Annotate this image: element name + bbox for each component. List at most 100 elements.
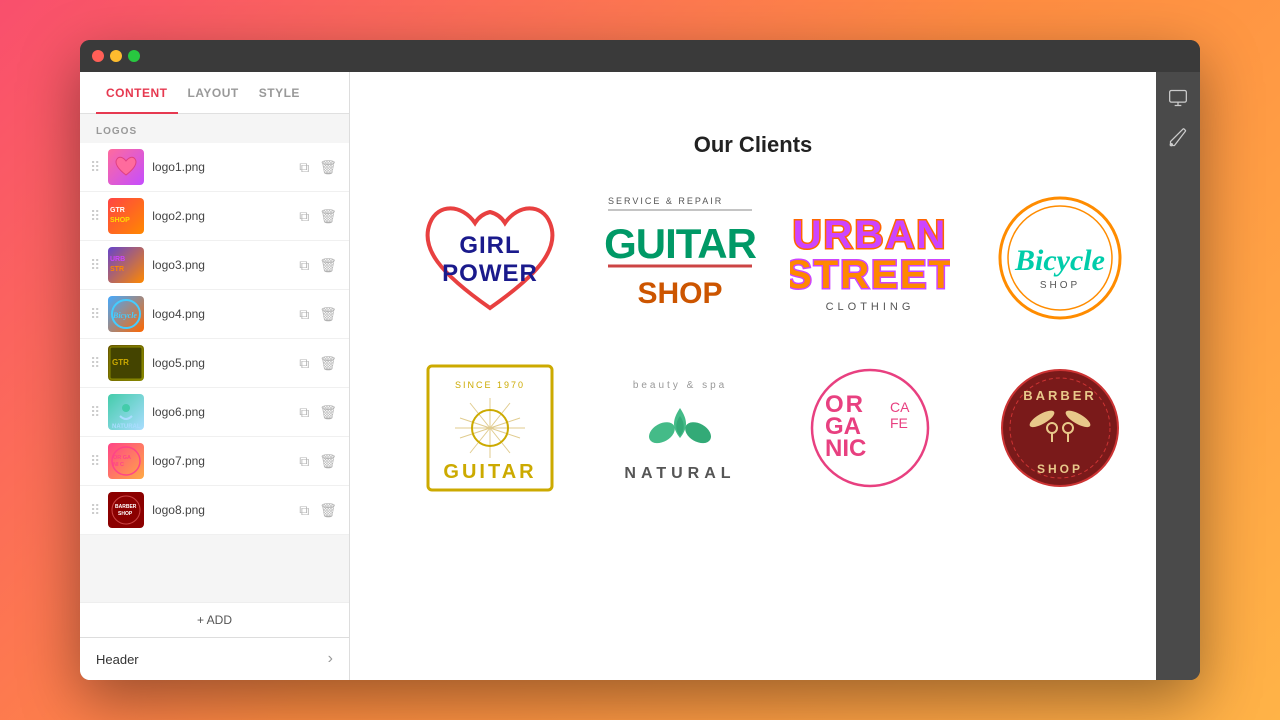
logo-actions: ⧉ 🗑 [297,353,339,374]
drag-handle-icon: ⠿ [90,208,100,225]
logo-cell-5: SINCE 1970 GUITAR [410,358,570,498]
drag-handle-icon: ⠿ [90,453,100,470]
copy-logo-button[interactable]: ⧉ [297,402,311,423]
drag-handle-icon: ⠿ [90,502,100,519]
copy-logo-button[interactable]: ⧉ [297,500,311,521]
delete-logo-button[interactable]: 🗑 [317,206,339,227]
delete-logo-button[interactable]: 🗑 [317,353,339,374]
svg-text:URB: URB [110,256,125,263]
svg-text:NATURAL: NATURAL [624,465,735,482]
logo-actions: ⧉ 🗑 [297,157,339,178]
logo-thumbnail: Bicycle [108,296,144,332]
delete-logo-button[interactable]: 🗑 [317,255,339,276]
svg-text:Bicycle: Bicycle [112,311,137,320]
logo-filename: logo3.png [152,258,289,272]
logo-filename: logo4.png [152,307,289,321]
logo-cell-2: SERVICE & REPAIR GUITAR SHOP [600,188,760,328]
svg-text:SHOP: SHOP [110,217,130,224]
close-button[interactable] [92,50,104,62]
drag-handle-icon: ⠿ [90,257,100,274]
bicycle-shop-logo: Bicycle SHOP [980,188,1140,328]
sidebar-tabs: CONTENT LAYOUT STYLE [80,72,349,114]
list-item[interactable]: ⠿ NATURAL logo6.png ⧉ 🗑 [80,388,349,437]
window-body: CONTENT LAYOUT STYLE LOGOS ⠿ logo1.png [80,72,1200,680]
monitor-button[interactable] [1160,80,1196,116]
sidebar-footer[interactable]: Header › [80,637,349,680]
tab-content[interactable]: CONTENT [96,72,178,114]
copy-logo-button[interactable]: ⧉ [297,353,311,374]
copy-logo-button[interactable]: ⧉ [297,304,311,325]
copy-logo-button[interactable]: ⧉ [297,451,311,472]
tab-layout[interactable]: LAYOUT [178,72,249,114]
svg-text:GTR: GTR [110,207,125,214]
urban-street-logo: URBAN STREET CLOTHING [790,188,950,328]
title-bar [80,40,1200,72]
svg-text:NI C: NI C [113,462,124,468]
svg-text:BARBER: BARBER [115,504,137,510]
logo-actions: ⧉ 🗑 [297,255,339,276]
logo-cell-1: GIRL POWER [410,188,570,328]
paint-button[interactable] [1160,120,1196,156]
svg-text:CA: CA [890,399,910,415]
logos-section-label: LOGOS [80,114,349,143]
svg-text:URBAN: URBAN [793,213,947,257]
list-item[interactable]: ⠿ Bicycle logo4.png ⧉ 🗑 [80,290,349,339]
delete-logo-button[interactable]: 🗑 [317,500,339,521]
organic-cafe-logo: OR CA FE GA NIC [800,358,940,498]
logos-grid: GIRL POWER SERVICE & REPAIR GUITAR SHOP [390,188,1116,498]
svg-text:GTR: GTR [112,358,129,367]
delete-logo-button[interactable]: 🗑 [317,157,339,178]
logo-cell-8: BARBER SHOP [980,358,1140,498]
girl-power-logo: GIRL POWER [410,188,570,328]
delete-logo-button[interactable]: 🗑 [317,402,339,423]
svg-text:SHOP: SHOP [637,277,722,310]
list-item[interactable]: ⠿ logo1.png ⧉ 🗑 [80,143,349,192]
logo-actions: ⧉ 🗑 [297,304,339,325]
logo-thumbnail: GTR [108,345,144,381]
delete-logo-button[interactable]: 🗑 [317,304,339,325]
svg-text:FE: FE [890,415,908,431]
logo-thumbnail: OR GA NI C [108,443,144,479]
natural-beauty-logo: beauty & spa NATURAL [600,358,760,498]
list-item[interactable]: ⠿ URB STR logo3.png ⧉ 🗑 [80,241,349,290]
logo-cell-7: OR CA FE GA NIC [790,358,950,498]
tab-style[interactable]: STYLE [249,72,310,114]
app-window: CONTENT LAYOUT STYLE LOGOS ⠿ logo1.png [80,40,1200,680]
list-item[interactable]: ⠿ OR GA NI C logo7.png ⧉ 🗑 [80,437,349,486]
svg-text:BARBER: BARBER [1023,388,1097,403]
footer-label: Header [96,652,139,667]
svg-text:SHOP: SHOP [1040,280,1080,291]
maximize-button[interactable] [128,50,140,62]
logo-thumbnail: BARBER SHOP [108,492,144,528]
svg-text:SERVICE & REPAIR: SERVICE & REPAIR [608,196,723,206]
svg-text:SHOP: SHOP [1037,462,1083,476]
add-logo-button[interactable]: + ADD [80,602,349,637]
minimize-button[interactable] [110,50,122,62]
delete-logo-button[interactable]: 🗑 [317,451,339,472]
svg-text:SHOP: SHOP [118,511,133,517]
list-item[interactable]: ⠿ GTR logo5.png ⧉ 🗑 [80,339,349,388]
sidebar: CONTENT LAYOUT STYLE LOGOS ⠿ logo1.png [80,72,350,680]
drag-handle-icon: ⠿ [90,306,100,323]
svg-text:CLOTHING: CLOTHING [826,301,915,313]
svg-text:NATURAL: NATURAL [112,424,141,430]
chevron-right-icon: › [328,650,333,668]
logo-thumbnail [108,149,144,185]
logo-cell-6: beauty & spa NATURAL [600,358,760,498]
logo-cell-3: URBAN STREET CLOTHING [790,188,950,328]
drag-handle-icon: ⠿ [90,355,100,372]
copy-logo-button[interactable]: ⧉ [297,255,311,276]
copy-logo-button[interactable]: ⧉ [297,206,311,227]
guitar-shop-logo: SERVICE & REPAIR GUITAR SHOP [600,188,760,328]
logo-actions: ⧉ 🗑 [297,500,339,521]
barber-shop-logo: BARBER SHOP [990,358,1130,498]
traffic-lights [92,50,140,62]
logo-thumbnail: NATURAL [108,394,144,430]
logo-actions: ⧉ 🗑 [297,206,339,227]
logo-filename: logo6.png [152,405,289,419]
logo-filename: logo7.png [152,454,289,468]
list-item[interactable]: ⠿ GTR SHOP logo2.png ⧉ 🗑 [80,192,349,241]
copy-logo-button[interactable]: ⧉ [297,157,311,178]
logo-actions: ⧉ 🗑 [297,451,339,472]
list-item[interactable]: ⠿ BARBER SHOP logo8.png ⧉ 🗑 [80,486,349,535]
